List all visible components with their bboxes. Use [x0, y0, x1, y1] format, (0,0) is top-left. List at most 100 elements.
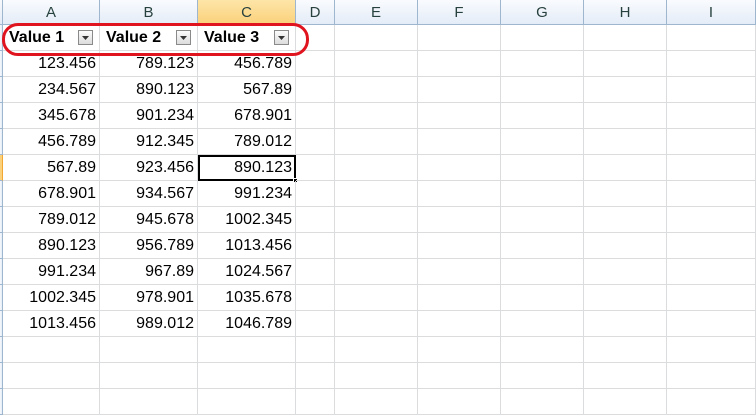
cell-d2[interactable]: [296, 51, 335, 77]
cell-g12[interactable]: [501, 311, 584, 337]
cell-d14[interactable]: [296, 363, 335, 389]
cell-e6[interactable]: [335, 155, 418, 181]
cell-h2[interactable]: [584, 51, 667, 77]
cell-b15[interactable]: [100, 389, 198, 415]
cell-g8[interactable]: [501, 207, 584, 233]
cell-e5[interactable]: [335, 129, 418, 155]
cell-i11[interactable]: [667, 285, 756, 311]
cell-f5[interactable]: [418, 129, 501, 155]
cell-f2[interactable]: [418, 51, 501, 77]
filter-dropdown-icon[interactable]: [274, 30, 289, 45]
table-cell[interactable]: 934.567: [100, 181, 198, 207]
cell-i7[interactable]: [667, 181, 756, 207]
filter-dropdown-icon[interactable]: [78, 30, 93, 45]
table-cell[interactable]: 789.012: [3, 207, 100, 233]
table-cell[interactable]: 923.456: [100, 155, 198, 181]
cell-h1[interactable]: [584, 25, 667, 51]
cell-e11[interactable]: [335, 285, 418, 311]
table-cell[interactable]: 901.234: [100, 103, 198, 129]
cell-d13[interactable]: [296, 337, 335, 363]
cell-e9[interactable]: [335, 233, 418, 259]
table-cell[interactable]: 678.901: [3, 181, 100, 207]
column-header-h[interactable]: H: [584, 0, 667, 25]
cell-d8[interactable]: [296, 207, 335, 233]
table-cell[interactable]: 123.456: [3, 51, 100, 77]
cell-a15[interactable]: [3, 389, 100, 415]
cell-h7[interactable]: [584, 181, 667, 207]
column-header-c[interactable]: C: [198, 0, 296, 25]
table-cell[interactable]: 789.012: [198, 129, 296, 155]
cell-g14[interactable]: [501, 363, 584, 389]
cell-e10[interactable]: [335, 259, 418, 285]
cell-f11[interactable]: [418, 285, 501, 311]
cell-e7[interactable]: [335, 181, 418, 207]
table-cell[interactable]: 1013.456: [198, 233, 296, 259]
cell-e14[interactable]: [335, 363, 418, 389]
cell-i10[interactable]: [667, 259, 756, 285]
cell-g13[interactable]: [501, 337, 584, 363]
cell-f7[interactable]: [418, 181, 501, 207]
table-cell[interactable]: 1002.345: [198, 207, 296, 233]
table-cell[interactable]: 234.567: [3, 77, 100, 103]
cell-f14[interactable]: [418, 363, 501, 389]
table-cell[interactable]: 456.789: [198, 51, 296, 77]
table-cell[interactable]: 912.345: [100, 129, 198, 155]
column-header-i[interactable]: I: [667, 0, 756, 25]
table-header-cell[interactable]: Value 3: [198, 25, 296, 51]
table-cell[interactable]: 345.678: [3, 103, 100, 129]
cell-f13[interactable]: [418, 337, 501, 363]
cell-f12[interactable]: [418, 311, 501, 337]
cell-f10[interactable]: [418, 259, 501, 285]
cell-f15[interactable]: [418, 389, 501, 415]
cell-i8[interactable]: [667, 207, 756, 233]
cell-g6[interactable]: [501, 155, 584, 181]
cell-i5[interactable]: [667, 129, 756, 155]
table-cell[interactable]: 989.012: [100, 311, 198, 337]
cell-h15[interactable]: [584, 389, 667, 415]
cell-a14[interactable]: [3, 363, 100, 389]
cell-i1[interactable]: [667, 25, 756, 51]
cell-g7[interactable]: [501, 181, 584, 207]
cell-b13[interactable]: [100, 337, 198, 363]
cell-b14[interactable]: [100, 363, 198, 389]
cell-i2[interactable]: [667, 51, 756, 77]
cell-e3[interactable]: [335, 77, 418, 103]
column-header-d[interactable]: D: [296, 0, 335, 25]
column-header-f[interactable]: F: [418, 0, 501, 25]
cell-h12[interactable]: [584, 311, 667, 337]
table-cell[interactable]: 945.678: [100, 207, 198, 233]
cell-i12[interactable]: [667, 311, 756, 337]
cell-e8[interactable]: [335, 207, 418, 233]
cell-g15[interactable]: [501, 389, 584, 415]
cell-d7[interactable]: [296, 181, 335, 207]
cell-d11[interactable]: [296, 285, 335, 311]
table-cell[interactable]: 1046.789: [198, 311, 296, 337]
cell-f9[interactable]: [418, 233, 501, 259]
table-cell[interactable]: 890.123: [100, 77, 198, 103]
cell-h8[interactable]: [584, 207, 667, 233]
cell-h4[interactable]: [584, 103, 667, 129]
active-cell[interactable]: 890.123: [198, 155, 298, 183]
cell-g5[interactable]: [501, 129, 584, 155]
table-cell[interactable]: 1024.567: [198, 259, 296, 285]
cell-e2[interactable]: [335, 51, 418, 77]
cell-d15[interactable]: [296, 389, 335, 415]
cell-g1[interactable]: [501, 25, 584, 51]
cell-h3[interactable]: [584, 77, 667, 103]
table-cell[interactable]: 967.89: [100, 259, 198, 285]
table-cell[interactable]: 991.234: [198, 181, 296, 207]
cell-h14[interactable]: [584, 363, 667, 389]
cell-d1[interactable]: [296, 25, 335, 51]
cell-d6[interactable]: [296, 155, 335, 181]
table-cell[interactable]: 789.123: [100, 51, 198, 77]
table-cell[interactable]: 456.789: [3, 129, 100, 155]
cell-d10[interactable]: [296, 259, 335, 285]
cell-c14[interactable]: [198, 363, 296, 389]
cell-i15[interactable]: [667, 389, 756, 415]
cell-g9[interactable]: [501, 233, 584, 259]
cell-f1[interactable]: [418, 25, 501, 51]
table-cell[interactable]: 567.89: [3, 155, 100, 181]
cell-c15[interactable]: [198, 389, 296, 415]
cell-i4[interactable]: [667, 103, 756, 129]
cell-e15[interactable]: [335, 389, 418, 415]
